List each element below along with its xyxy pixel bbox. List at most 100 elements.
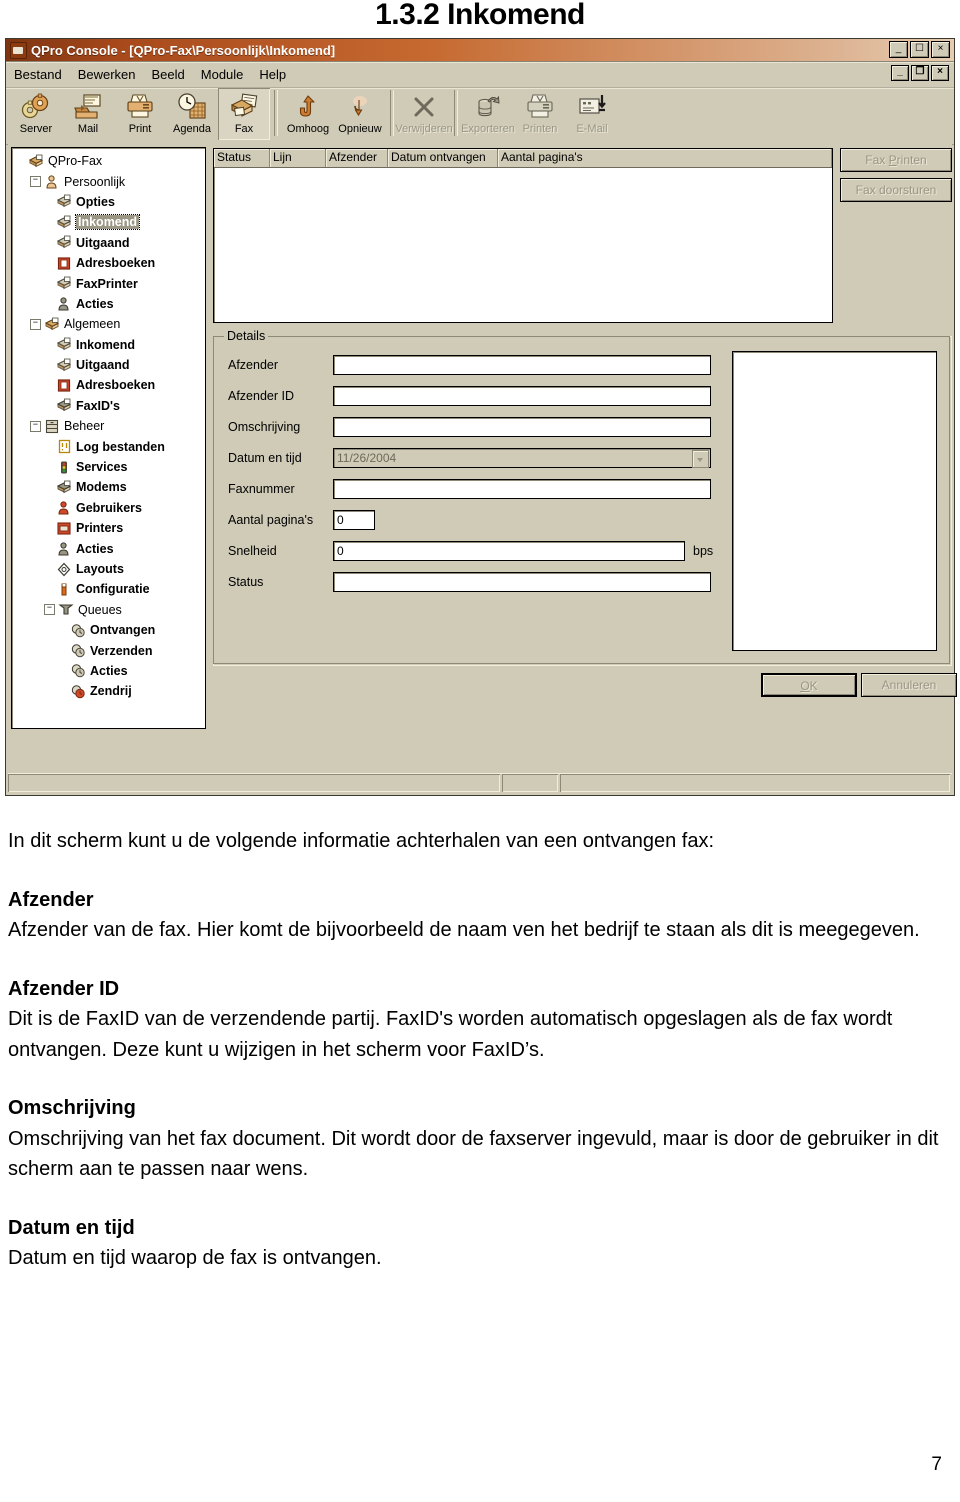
list-column-header[interactable]: Status — [214, 149, 270, 167]
tree-item-inkomend[interactable]: Inkomend — [16, 335, 205, 355]
toolbar-button-printen[interactable]: Printen — [514, 88, 566, 140]
tree-item-faxprinter[interactable]: FaxPrinter — [16, 273, 205, 293]
toolbar-button-verwijderen[interactable]: Verwijderen — [395, 88, 453, 140]
tree-item-zendrij[interactable]: Zendrij — [16, 681, 205, 701]
snelheid-field[interactable]: 0 — [333, 541, 685, 561]
toolbar-button-exporteren[interactable]: Exporteren — [461, 88, 515, 140]
tree-item-acties[interactable]: Acties — [16, 661, 205, 681]
wrench-icon — [56, 582, 72, 597]
tree-item-layouts[interactable]: Layouts — [16, 559, 205, 579]
queue-clock-icon — [70, 643, 86, 658]
fax-doorsturen-button[interactable]: Fax doorsturen — [840, 178, 952, 202]
tree-expander-minus-icon[interactable]: − — [30, 176, 41, 188]
chevron-down-icon[interactable] — [692, 450, 709, 468]
faxnummer-field[interactable] — [333, 479, 711, 499]
mdi-restore-icon[interactable]: ❐ — [911, 65, 929, 81]
maximize-icon[interactable]: ☐ — [910, 41, 929, 58]
menu-item-help[interactable]: Help — [251, 67, 294, 82]
tree-item-ontvangen[interactable]: Ontvangen — [16, 620, 205, 640]
aantal-paginas-field[interactable]: 0 — [333, 510, 375, 530]
tree-item-printers[interactable]: Printers — [16, 518, 205, 538]
tree-item-faxid-s[interactable]: FaxID's — [16, 396, 205, 416]
menu-item-beeld[interactable]: Beeld — [144, 67, 193, 82]
fax-preview-pane[interactable] — [732, 351, 937, 651]
toolbar-button-mail[interactable]: Mail — [62, 88, 114, 140]
afzender-field[interactable] — [333, 355, 711, 375]
body-text: In dit scherm kunt u de volgende informa… — [8, 826, 952, 1274]
toolbar-label: Print — [128, 123, 152, 135]
omschrijving-field[interactable] — [333, 417, 711, 437]
tree-expander-minus-icon[interactable]: − — [30, 420, 41, 432]
tree-item-beheer[interactable]: − Beheer — [16, 416, 205, 436]
list-column-header[interactable]: Datum ontvangen — [388, 149, 498, 167]
datum-en-tijd-label: Datum en tijd — [228, 451, 302, 465]
faxprinter-icon — [56, 276, 72, 291]
arrow-up-icon — [296, 91, 320, 123]
navigation-tree[interactable]: QPro-Fax − Persoonlijk Opties Inkomend Uitgaa… — [11, 147, 206, 729]
tree-item-configuratie[interactable]: Configuratie — [16, 579, 205, 599]
menu-item-bewerken[interactable]: Bewerken — [70, 67, 144, 82]
tree-item-label: Zendrij — [90, 684, 132, 699]
status-field[interactable] — [333, 572, 711, 592]
aantal-paginas-label: Aantal pagina's — [228, 513, 314, 527]
toolbar-button-print[interactable]: Print — [114, 88, 166, 140]
tree-item-label: Acties — [76, 541, 114, 556]
tree-item-gebruikers[interactable]: Gebruikers — [16, 498, 205, 518]
tree-item-acties[interactable]: Acties — [16, 294, 205, 314]
tree-item-label: Services — [76, 460, 128, 475]
menu-item-module[interactable]: Module — [193, 67, 252, 82]
tree-item-label: Adresboeken — [76, 256, 156, 271]
logfile-icon — [56, 439, 72, 454]
toolbar: Server Mail Print Agenda Fax Omhoog Opni… — [6, 88, 954, 145]
menu-item-bestand[interactable]: Bestand — [6, 67, 70, 82]
tree-item-verzenden[interactable]: Verzenden — [16, 640, 205, 660]
close-icon[interactable]: × — [931, 41, 950, 58]
toolbar-button-opnieuw[interactable]: Opnieuw — [334, 88, 386, 140]
datum-en-tijd-field[interactable]: 11/26/2004 — [333, 448, 711, 468]
toolbar-button-server[interactable]: Server — [10, 88, 62, 140]
tree-item-persoonlijk[interactable]: − Persoonlijk — [16, 171, 205, 191]
tree-expander-minus-icon[interactable]: − — [30, 318, 41, 330]
tree-item-opties[interactable]: Opties — [16, 192, 205, 212]
tree-item-acties[interactable]: Acties — [16, 538, 205, 558]
list-column-header[interactable]: Lijn — [270, 149, 326, 167]
toolbar-button-email[interactable]: E-Mail — [566, 88, 618, 140]
tree-item-adresboeken[interactable]: Adresboeken — [16, 375, 205, 395]
tree-item-uitgaand[interactable]: Uitgaand — [16, 233, 205, 253]
toolbar-label: Omhoog — [286, 123, 330, 135]
tree-item-modems[interactable]: Modems — [16, 477, 205, 497]
tree-item-qpro-fax[interactable]: QPro-Fax — [16, 151, 205, 171]
afzender-id-field[interactable] — [333, 386, 711, 406]
mdi-minimize-icon[interactable]: _ — [891, 65, 909, 81]
tree-item-services[interactable]: Services — [16, 457, 205, 477]
actions-icon — [56, 541, 72, 556]
tree-item-queues[interactable]: − Queues — [16, 600, 205, 620]
tree-expander-minus-icon[interactable]: − — [44, 604, 55, 616]
ok-button[interactable]: OK — [761, 673, 857, 697]
toolbar-button-agenda[interactable]: Agenda — [166, 88, 218, 140]
mdi-close-icon[interactable]: × — [931, 65, 949, 81]
annuleren-button[interactable]: Annuleren — [861, 673, 957, 697]
window-title: QPro Console - [QPro-Fax\Persoonlijk\Ink… — [31, 42, 336, 58]
tree-item-algemeen[interactable]: − Algemeen — [16, 314, 205, 334]
queue-red-icon — [70, 684, 86, 699]
toolbar-label: Server — [19, 123, 53, 135]
fax-list-view[interactable]: Status Lijn Afzender Datum ontvangen Aantal … — [213, 148, 833, 323]
list-column-header[interactable]: Aantal pagina's — [498, 149, 832, 167]
tree-item-adresboeken[interactable]: Adresboeken — [16, 253, 205, 273]
list-column-header[interactable]: Afzender — [326, 149, 388, 167]
toolbar-button-fax[interactable]: Fax — [218, 88, 270, 140]
modem-icon — [56, 480, 72, 495]
tree-item-label: Ontvangen — [90, 623, 156, 638]
toolbar-label: Opnieuw — [338, 123, 382, 135]
toolbar-button-omhoog[interactable]: Omhoog — [282, 88, 334, 140]
minimize-icon[interactable]: _ — [889, 41, 908, 58]
fax-printen-button[interactable]: Fax Printen — [840, 148, 952, 172]
clock-calendar-icon — [177, 91, 207, 123]
tree-item-uitgaand[interactable]: Uitgaand — [16, 355, 205, 375]
tree-item-log-bestanden[interactable]: Log bestanden — [16, 436, 205, 456]
section-body: Datum en tijd waarop de fax is ontvangen… — [8, 1247, 382, 1269]
tree-item-label: Modems — [76, 480, 127, 495]
tree-item-inkomend[interactable]: Inkomend — [16, 212, 205, 232]
tree-item-label: Algemeen — [64, 317, 121, 332]
